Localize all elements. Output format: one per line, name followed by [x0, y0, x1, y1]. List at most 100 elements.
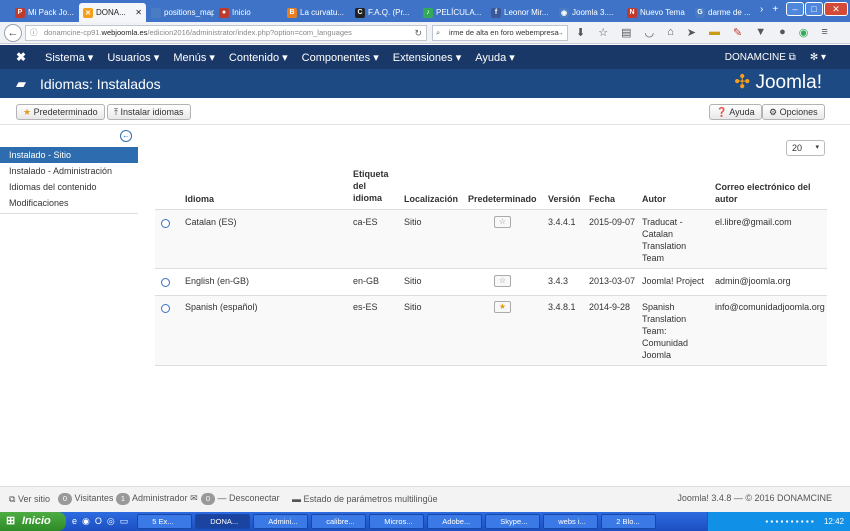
browser-tab[interactable]: ✕ DONA... ✕: [79, 3, 146, 22]
browser-tab[interactable]: N Nuevo Tema: [623, 3, 690, 22]
user-settings-icon[interactable]: ✻ ▾: [810, 52, 826, 63]
pocket-icon[interactable]: ◡: [645, 26, 655, 39]
menu-sistema[interactable]: Sistema ▾: [45, 51, 93, 64]
whatsapp-icon[interactable]: ◉: [799, 26, 809, 39]
row-select-radio[interactable]: [161, 304, 170, 313]
language-date: 2015-09-07: [589, 217, 636, 227]
opera-icon[interactable]: O: [95, 516, 102, 527]
taskbar-button[interactable]: Micros...: [369, 514, 425, 529]
tab-label: Joomla 3....: [572, 8, 614, 17]
row-select-radio[interactable]: [161, 219, 170, 228]
help-button[interactable]: ❓ Ayuda: [709, 104, 762, 120]
windows-logo-icon: ⊞: [6, 515, 16, 527]
toggle-sidebar-icon[interactable]: ←: [120, 130, 132, 142]
default-button[interactable]: ★ Predeterminado: [16, 104, 105, 120]
menu-usuarios[interactable]: Usuarios ▾: [107, 51, 159, 64]
gear-icon: ⚙: [769, 107, 778, 117]
reading-list-icon[interactable]: ▤: [621, 26, 631, 39]
chrome-icon[interactable]: ◎: [107, 516, 115, 527]
maximize-icon[interactable]: □: [805, 2, 823, 16]
minimize-icon[interactable]: –: [786, 2, 804, 16]
close-window-icon[interactable]: ✕: [824, 2, 848, 16]
taskbar-button[interactable]: 5 Ex...: [137, 514, 193, 529]
ie-icon[interactable]: e: [72, 516, 77, 527]
close-tab-icon[interactable]: ✕: [135, 8, 142, 17]
browser-tab[interactable]: Gdarme de ...: [691, 3, 758, 22]
taskbar-button[interactable]: 2 Blo...: [601, 514, 657, 529]
site-link[interactable]: DONAMCINE ⧉: [725, 52, 796, 63]
language-location: Sitio: [404, 217, 422, 227]
tab-scroll-right-icon[interactable]: ›: [760, 4, 763, 15]
toolbar-divider: [0, 124, 850, 125]
language-version: 3.4.3: [548, 276, 569, 286]
taskbar-button[interactable]: Admini...: [253, 514, 309, 529]
taskbar-button[interactable]: calibre...: [311, 514, 367, 529]
col-header-email[interactable]: Correo electrónico del autor: [715, 181, 825, 205]
bookmark-star-icon[interactable]: ☆: [598, 26, 608, 39]
folder-icon[interactable]: ▭: [120, 516, 129, 527]
site-info-icon[interactable]: ⓘ: [30, 26, 38, 40]
tab-favicon-icon: ✕: [83, 7, 93, 18]
language-tag: en-GB: [353, 276, 380, 286]
options-button[interactable]: ⚙ Opciones: [762, 104, 825, 120]
col-header-version[interactable]: Versión: [548, 193, 581, 205]
col-header-tag[interactable]: Etiqueta del idioma: [353, 168, 393, 204]
clock: 12:42: [823, 517, 844, 526]
taskbar-button[interactable]: Adobe...: [427, 514, 483, 529]
browser-tab[interactable]: P Mi Pack Jo...: [11, 3, 78, 22]
taskbar-button[interactable]: webs i...: [543, 514, 599, 529]
browser-tab[interactable]: ♪ PELÍCULA...: [419, 3, 486, 22]
sidebar-item-installed-site[interactable]: Instalado - Sitio: [0, 147, 138, 163]
menu-componentes[interactable]: Componentes ▾: [302, 51, 379, 64]
install-languages-button[interactable]: ⤒ Instalar idiomas: [107, 104, 191, 120]
menu-ayuda[interactable]: Ayuda ▾: [475, 51, 515, 64]
start-button[interactable]: ⊞ Inicio: [0, 512, 66, 531]
menu-icon[interactable]: ≡: [821, 26, 827, 39]
col-header-language[interactable]: Idioma: [185, 193, 214, 205]
col-header-default[interactable]: Predeterminado: [468, 193, 537, 205]
page-header: ▰ Idiomas: Instalados ✣ Joomla!: [0, 69, 850, 98]
sidebar-item-installed-admin[interactable]: Instalado - Administración: [0, 163, 138, 179]
joomla-logo-icon[interactable]: ✖: [16, 50, 30, 64]
tab-favicon-icon: ♪: [423, 7, 433, 18]
menu-menus[interactable]: Menús ▾: [173, 51, 215, 64]
set-default-star-icon[interactable]: ☆: [494, 216, 511, 228]
col-header-location[interactable]: Localización: [404, 193, 458, 205]
address-bar[interactable]: ⓘ donamcine-cp91.webjoomla.es/edicion201…: [25, 25, 427, 41]
download-icon[interactable]: ⬇: [576, 26, 585, 39]
reload-icon[interactable]: ↻: [414, 26, 422, 40]
browser-tab[interactable]: positions_map...: [147, 3, 214, 22]
search-go-icon[interactable]: →: [557, 26, 565, 40]
row-select-radio[interactable]: [161, 278, 170, 287]
logout-link[interactable]: 0 — Desconectar: [201, 493, 280, 505]
chat-icon[interactable]: ●: [779, 26, 786, 39]
browser-tab[interactable]: B La curvatu...: [283, 3, 350, 22]
menu-contenido[interactable]: Contenido ▾: [229, 51, 288, 64]
taskbar-button[interactable]: Skype...: [485, 514, 541, 529]
back-button[interactable]: ←: [4, 24, 22, 42]
list-limit-select[interactable]: 20 ▾: [786, 140, 825, 156]
addon-icon[interactable]: ✎: [733, 26, 742, 39]
browser-tab[interactable]: ● Inicio: [215, 3, 282, 22]
firefox-icon[interactable]: ◉: [82, 516, 90, 527]
col-header-author[interactable]: Autor: [642, 193, 666, 205]
view-site-link[interactable]: ⧉ Ver sitio: [9, 494, 50, 505]
tab-label: Inicio: [232, 8, 251, 17]
share-icon[interactable]: ➤: [687, 26, 696, 39]
col-header-date[interactable]: Fecha: [589, 193, 615, 205]
tab-favicon-icon: ●: [219, 7, 229, 18]
new-tab-icon[interactable]: +: [772, 4, 778, 15]
taskbar-button[interactable]: DONA...: [195, 514, 251, 529]
menu-extensiones[interactable]: Extensiones ▾: [393, 51, 462, 64]
sidebar-item-content-languages[interactable]: Idiomas del contenido: [0, 179, 138, 195]
home-icon[interactable]: ⌂: [667, 26, 674, 39]
browser-tab[interactable]: C F.A.Q. (Pr...: [351, 3, 418, 22]
sidebar-item-overrides[interactable]: Modificaciones: [0, 195, 138, 211]
browser-tab[interactable]: ◉ Joomla 3....: [555, 3, 622, 22]
set-default-star-icon[interactable]: ☆: [494, 275, 511, 287]
multilang-status[interactable]: ▬ Estado de parámetros multilingüe: [292, 494, 438, 504]
browser-search-input[interactable]: ⌕ irme de alta en foro webempresa →: [432, 25, 568, 41]
extension-icon[interactable]: ▬: [709, 26, 720, 39]
addon2-icon[interactable]: ▼: [755, 26, 766, 39]
browser-tab[interactable]: f Leonor Mir...: [487, 3, 554, 22]
